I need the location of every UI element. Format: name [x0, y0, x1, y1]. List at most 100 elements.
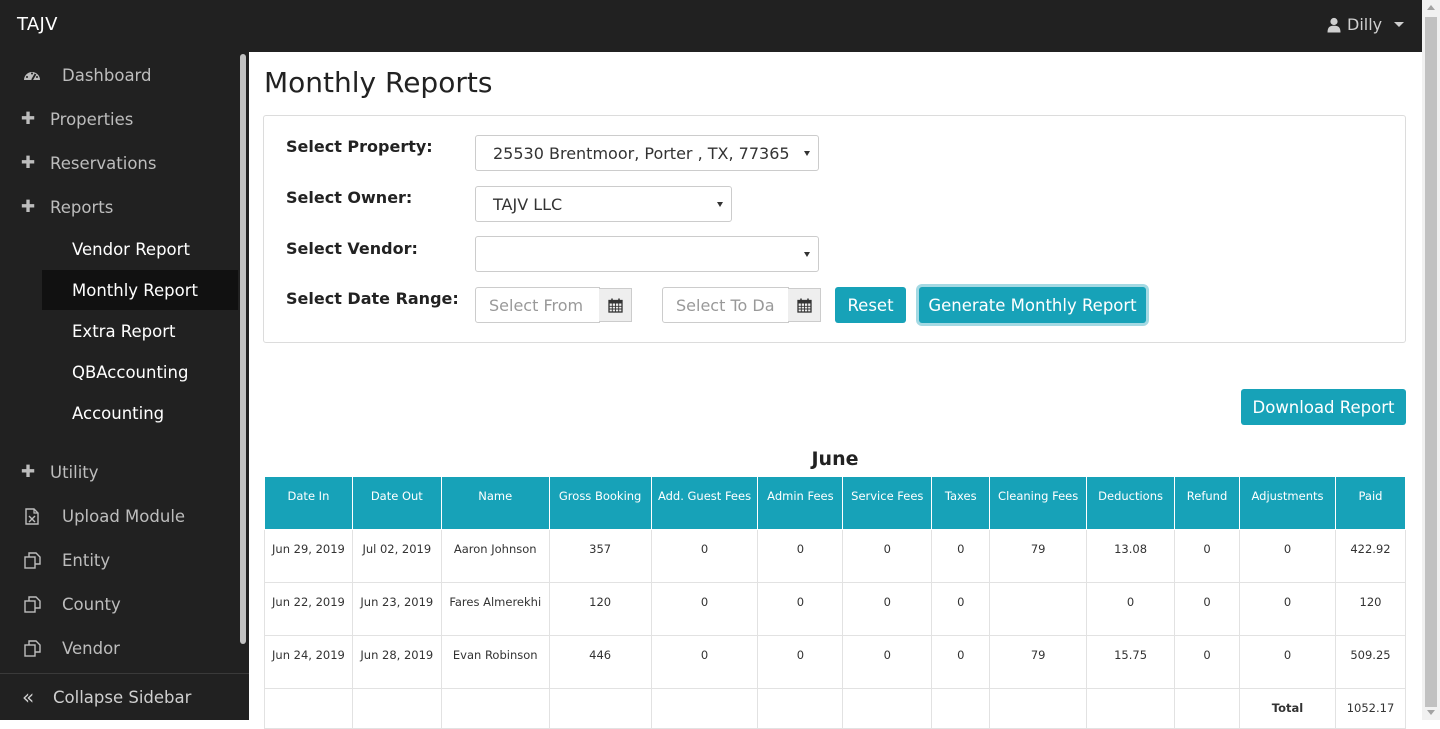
table-cell: 446: [548, 635, 652, 689]
page-title: Monthly Reports: [264, 66, 493, 99]
table-cell: 79: [989, 635, 1088, 689]
table-cell: [440, 688, 550, 729]
table-cell: 0: [931, 529, 991, 583]
page-scrollbar[interactable]: [1422, 0, 1440, 720]
table-cell: Jun 29, 2019: [264, 529, 353, 583]
vendor-label: Select Vendor:: [286, 239, 418, 258]
scroll-down-arrow-icon[interactable]: [1427, 710, 1435, 715]
sidebar-item-label: Properties: [50, 109, 134, 129]
table-cell: [1086, 688, 1176, 729]
table-cell: Jun 24, 2019: [264, 635, 353, 689]
column-header[interactable]: Service Fees: [842, 476, 933, 530]
sidebar-item-vendor[interactable]: Vendor: [0, 628, 238, 668]
table-cell: Jun 22, 2019: [264, 582, 353, 636]
sidebar-subitem-accounting[interactable]: Accounting: [42, 393, 238, 433]
sidebar-item-label: Reports: [50, 197, 114, 217]
table-cell: 0: [1174, 635, 1241, 689]
column-header[interactable]: Deductions: [1086, 476, 1176, 530]
report-month-heading: June: [811, 448, 859, 470]
user-icon: [1327, 17, 1341, 33]
sidebar-item-label: Vendor: [62, 638, 120, 658]
dropdown-arrow-icon: [804, 252, 810, 257]
table-cell: [264, 688, 353, 729]
top-navbar: TAJV Dilly: [0, 0, 1422, 52]
table-cell: [548, 688, 652, 729]
table-cell: 0: [842, 529, 933, 583]
column-header[interactable]: Adjustments: [1239, 476, 1336, 530]
date-from-input[interactable]: Select From: [475, 287, 600, 323]
table-cell: [351, 688, 442, 729]
calendar-to-button[interactable]: [788, 288, 821, 322]
table-cell: 0: [1086, 582, 1176, 636]
property-select-value: 25530 Brentmoor, Porter , TX, 77365: [493, 143, 790, 163]
brand-logo[interactable]: TAJV: [17, 14, 58, 35]
sidebar-item-county[interactable]: County: [0, 584, 238, 624]
column-header[interactable]: Cleaning Fees: [989, 476, 1088, 530]
table-cell: 422.92: [1334, 529, 1407, 583]
sidebar-item-utility[interactable]: ✚ Utility: [0, 452, 238, 492]
table-cell: [1174, 688, 1241, 729]
column-header[interactable]: Gross Booking: [548, 476, 652, 530]
calendar-from-button[interactable]: [599, 288, 632, 322]
table-cell: [989, 688, 1088, 729]
column-header[interactable]: Add. Guest Fees: [650, 476, 759, 530]
table-row: Jun 24, 2019 Jun 28, 2019 Evan Robinson …: [264, 635, 1407, 689]
sidebar-subitem-monthly-report[interactable]: Monthly Report: [42, 270, 238, 310]
table-cell: [989, 582, 1088, 636]
table-cell: 0: [931, 582, 991, 636]
calendar-icon: [796, 298, 812, 313]
column-header[interactable]: Refund: [1174, 476, 1241, 530]
table-cell: 509.25: [1334, 635, 1407, 689]
column-header[interactable]: Paid: [1334, 476, 1407, 530]
user-menu[interactable]: Dilly: [1327, 15, 1405, 34]
table-cell: 15.75: [1086, 635, 1176, 689]
scroll-up-arrow-icon[interactable]: [1427, 5, 1435, 10]
generate-monthly-report-button[interactable]: Generate Monthly Report: [919, 287, 1146, 323]
table-cell: 0: [1239, 635, 1336, 689]
table-cell: 79: [989, 529, 1088, 583]
property-select[interactable]: 25530 Brentmoor, Porter , TX, 77365: [475, 135, 819, 171]
page-scrollbar-thumb[interactable]: [1425, 17, 1437, 707]
table-cell: Jul 02, 2019: [351, 529, 442, 583]
table-cell: 0: [1239, 582, 1336, 636]
table-cell: [842, 688, 933, 729]
copy-icon: [22, 551, 42, 569]
date-to-input[interactable]: Select To Da: [662, 287, 789, 323]
sidebar-subitem-vendor-report[interactable]: Vendor Report: [42, 229, 238, 269]
sidebar-subitem-qbaccounting[interactable]: QBAccounting: [42, 352, 238, 392]
table-header-row: Date In Date Out Name Gross Booking Add.…: [264, 476, 1407, 530]
download-report-button[interactable]: Download Report: [1241, 389, 1406, 425]
sidebar-scrollbar-thumb[interactable]: [240, 54, 246, 644]
column-header[interactable]: Admin Fees: [757, 476, 844, 530]
table-cell: 120: [548, 582, 652, 636]
owner-label: Select Owner:: [286, 188, 413, 207]
sidebar-item-properties[interactable]: ✚ Properties: [0, 99, 238, 139]
sidebar-item-dashboard[interactable]: Dashboard: [0, 55, 238, 95]
table-cell: 0: [650, 529, 759, 583]
double-chevron-left-icon: «: [22, 685, 35, 709]
table-cell: Jun 23, 2019: [351, 582, 442, 636]
table-cell: 0: [757, 635, 844, 689]
copy-icon: [22, 595, 42, 613]
collapse-sidebar-button[interactable]: « Collapse Sidebar: [0, 673, 249, 720]
table-cell: 13.08: [1086, 529, 1176, 583]
table-cell: 0: [931, 635, 991, 689]
sidebar-scrollbar[interactable]: [238, 52, 249, 652]
sidebar-item-entity[interactable]: Entity: [0, 540, 238, 580]
table-cell: 120: [1334, 582, 1407, 636]
sidebar-item-reservations[interactable]: ✚ Reservations: [0, 143, 238, 183]
reset-button[interactable]: Reset: [835, 287, 906, 323]
sidebar-item-label: Reservations: [50, 153, 157, 173]
vendor-select[interactable]: [475, 236, 819, 272]
table-cell: Jun 28, 2019: [351, 635, 442, 689]
sidebar-item-label: Utility: [50, 462, 99, 482]
column-header[interactable]: Date Out: [351, 476, 442, 530]
sidebar-item-upload-module[interactable]: Upload Module: [0, 496, 238, 536]
owner-select[interactable]: TAJV LLC: [475, 186, 732, 222]
sidebar-subitem-extra-report[interactable]: Extra Report: [42, 311, 238, 351]
sidebar-item-reports[interactable]: ✚ Reports: [0, 187, 238, 227]
monthly-report-table: Date In Date Out Name Gross Booking Add.…: [264, 476, 1407, 729]
column-header[interactable]: Taxes: [931, 476, 991, 530]
column-header[interactable]: Date In: [264, 476, 353, 530]
column-header[interactable]: Name: [440, 476, 550, 530]
